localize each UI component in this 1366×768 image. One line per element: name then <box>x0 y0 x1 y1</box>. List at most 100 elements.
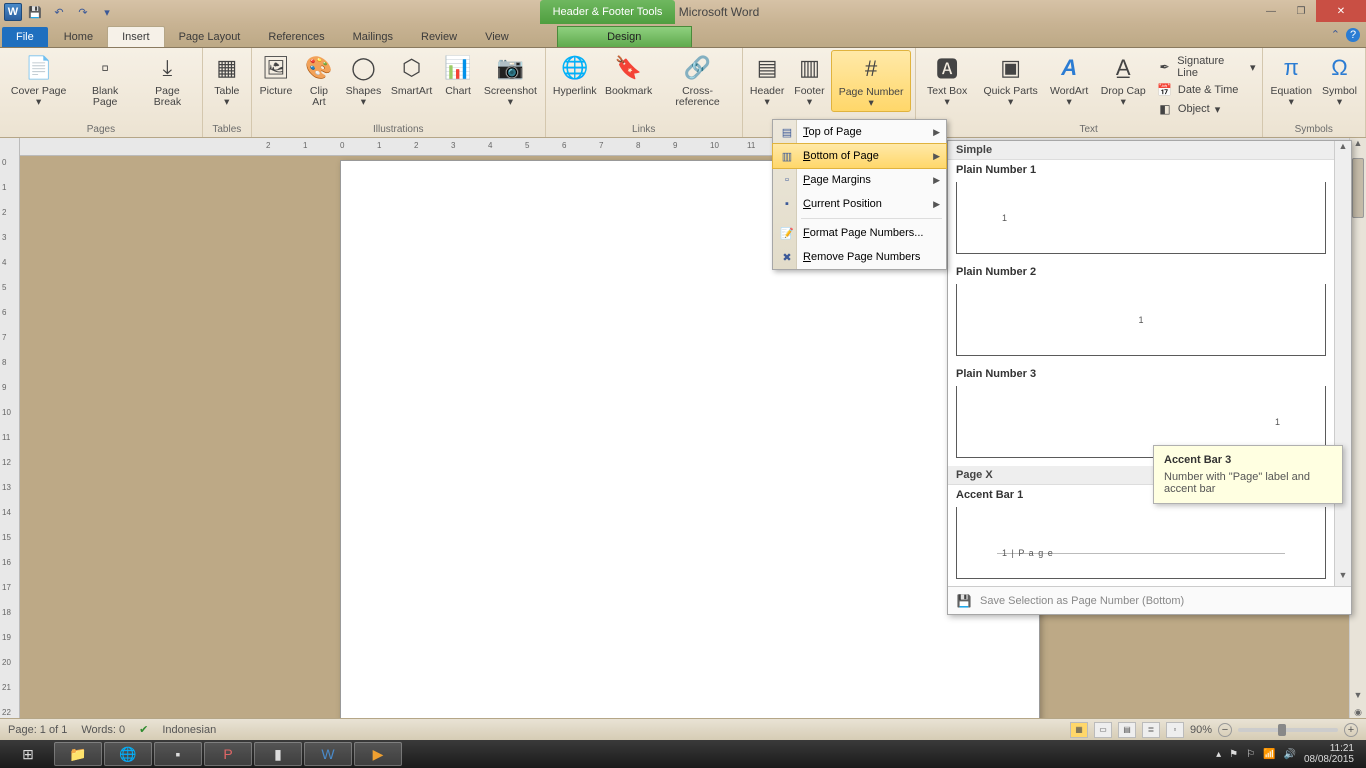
qat-save-icon[interactable]: 💾 <box>24 2 46 22</box>
tab-design[interactable]: Design <box>557 26 692 47</box>
equation-button[interactable]: πEquation▾ <box>1267 50 1316 110</box>
tray-network-icon[interactable]: 📶 <box>1263 749 1275 760</box>
tray-volume-icon[interactable]: 🔊 <box>1283 749 1295 760</box>
qat-customize-icon[interactable]: ▾ <box>96 2 118 22</box>
taskbar-powerpoint[interactable]: P <box>204 742 252 766</box>
view-outline-button[interactable]: ≣ <box>1142 722 1160 738</box>
quick-parts-button[interactable]: ▣Quick Parts ▾ <box>977 50 1045 110</box>
taskbar-explorer[interactable]: 📁 <box>54 742 102 766</box>
taskbar-media-player[interactable]: ▶ <box>354 742 402 766</box>
view-full-screen-button[interactable]: ▭ <box>1094 722 1112 738</box>
date-time-button[interactable]: 📅Date & Time <box>1155 81 1258 99</box>
gallery-item-plain1-label: Plain Number 1 <box>948 160 1334 180</box>
ribbon-minimize-icon[interactable]: ⌃ <box>1331 28 1340 42</box>
tab-page-layout[interactable]: Page Layout <box>165 27 255 47</box>
menu-remove-page-numbers[interactable]: ✖Remove Page Numbers <box>773 245 946 269</box>
wordart-icon: A <box>1053 52 1085 84</box>
cover-page-icon: 📄 <box>23 52 55 84</box>
help-icon[interactable]: ? <box>1346 28 1360 42</box>
gallery-item-accent1[interactable]: 1 | P a g e <box>956 507 1326 579</box>
taskbar-chrome[interactable]: 🌐 <box>104 742 152 766</box>
zoom-slider[interactable] <box>1238 728 1338 732</box>
gallery-scrollbar[interactable]: ▲ ▼ <box>1334 141 1351 586</box>
taskbar-cmd[interactable]: ▮ <box>254 742 302 766</box>
text-box-button[interactable]: 🅰Text Box ▾ <box>920 50 975 110</box>
bookmark-button[interactable]: 🔖Bookmark <box>602 50 656 99</box>
clipart-button[interactable]: 🎨Clip Art <box>298 50 340 110</box>
restore-button[interactable]: ❐ <box>1286 0 1316 22</box>
status-words[interactable]: Words: 0 <box>81 724 125 736</box>
zoom-level[interactable]: 90% <box>1190 724 1212 736</box>
page-number-menu: ▤Top of Page▶ ▥Bottom of Page▶ ▫Page Mar… <box>772 119 947 270</box>
header-button[interactable]: ▤Header▾ <box>747 50 788 110</box>
vertical-ruler[interactable]: 012345678910111213141516171819202122 <box>0 138 20 740</box>
page-number-button[interactable]: #Page Number ▾ <box>831 50 910 112</box>
table-button[interactable]: ▦Table▾ <box>207 50 247 110</box>
status-page[interactable]: Page: 1 of 1 <box>8 724 67 736</box>
cross-reference-button[interactable]: 🔗Cross-reference <box>657 50 737 110</box>
menu-bottom-of-page[interactable]: ▥Bottom of Page▶ <box>772 143 947 169</box>
tab-home[interactable]: Home <box>50 27 107 47</box>
footer-button[interactable]: ▥Footer▾ <box>789 50 829 110</box>
drop-cap-button[interactable]: A̲Drop Cap ▾ <box>1094 50 1153 110</box>
view-web-layout-button[interactable]: ▤ <box>1118 722 1136 738</box>
tab-review[interactable]: Review <box>407 27 471 47</box>
tab-view[interactable]: View <box>471 27 523 47</box>
tooltip: Accent Bar 3 Number with "Page" label an… <box>1153 445 1343 504</box>
word-app-icon[interactable]: W <box>4 3 22 21</box>
tray-security-icon[interactable]: ⚐ <box>1246 749 1255 760</box>
proofing-icon[interactable]: ✔ <box>139 723 148 736</box>
view-draft-button[interactable]: ▫ <box>1166 722 1184 738</box>
drop-cap-icon: A̲ <box>1107 52 1139 84</box>
screenshot-icon: 📷 <box>494 52 526 84</box>
gallery-item-plain1[interactable]: 1 <box>956 182 1326 254</box>
group-illustrations-label: Illustrations <box>256 122 541 137</box>
object-button[interactable]: ◧Object ▾ <box>1155 100 1258 118</box>
zoom-out-button[interactable]: − <box>1218 723 1232 737</box>
status-language[interactable]: Indonesian <box>162 724 216 736</box>
gallery-scroll-up-icon[interactable]: ▲ <box>1335 141 1351 157</box>
bookmark-icon: 🔖 <box>613 52 645 84</box>
screenshot-button[interactable]: 📷Screenshot▾ <box>480 50 541 110</box>
tray-action-center-icon[interactable]: ⚑ <box>1229 749 1238 760</box>
signature-line-button[interactable]: ✒Signature Line ▾ <box>1155 54 1258 80</box>
menu-top-of-page[interactable]: ▤Top of Page▶ <box>773 120 946 144</box>
zoom-slider-knob[interactable] <box>1278 724 1286 736</box>
tab-references[interactable]: References <box>254 27 338 47</box>
taskbar-sublime[interactable]: ▪ <box>154 742 202 766</box>
page-break-button[interactable]: ⤓Page Break <box>137 50 198 110</box>
menu-format-page-numbers[interactable]: 📝Format Page Numbers... <box>773 221 946 245</box>
zoom-in-button[interactable]: + <box>1344 723 1358 737</box>
view-print-layout-button[interactable]: ▦ <box>1070 722 1088 738</box>
picture-button[interactable]: 🖼Picture <box>256 50 296 99</box>
wordart-button[interactable]: AWordArt▾ <box>1047 50 1092 110</box>
quick-parts-icon: ▣ <box>995 52 1027 84</box>
group-pages-label: Pages <box>4 122 198 137</box>
chart-button[interactable]: 📊Chart <box>438 50 478 99</box>
start-button[interactable]: ⊞ <box>4 742 52 766</box>
tab-insert[interactable]: Insert <box>107 26 165 47</box>
hyperlink-button[interactable]: 🌐Hyperlink <box>550 50 600 99</box>
blank-page-button[interactable]: ▫Blank Page <box>75 50 135 110</box>
symbol-button[interactable]: ΩSymbol▾ <box>1318 50 1361 110</box>
close-button[interactable]: ✕ <box>1316 0 1366 22</box>
cover-page-button[interactable]: 📄Cover Page ▾ <box>4 50 73 110</box>
taskbar-word[interactable]: W <box>304 742 352 766</box>
smartart-button[interactable]: ⬡SmartArt <box>387 50 436 99</box>
tray-show-hidden-icon[interactable]: ▴ <box>1216 749 1221 760</box>
qat-redo-icon[interactable]: ↷ <box>72 2 94 22</box>
menu-page-margins[interactable]: ▫Page Margins▶ <box>773 168 946 192</box>
shapes-button[interactable]: ◯Shapes▾ <box>342 50 385 110</box>
menu-current-position[interactable]: ▪Current Position▶ <box>773 192 946 216</box>
taskbar-clock[interactable]: 11:21 08/08/2015 <box>1304 743 1354 765</box>
tab-mailings[interactable]: Mailings <box>339 27 407 47</box>
top-page-icon: ▤ <box>779 124 795 140</box>
minimize-button[interactable]: — <box>1256 0 1286 22</box>
scroll-up-arrow-icon[interactable]: ▲ <box>1350 138 1366 154</box>
scrollbar-thumb[interactable] <box>1352 158 1364 218</box>
gallery-scroll-down-icon[interactable]: ▼ <box>1335 570 1351 586</box>
qat-undo-icon[interactable]: ↶ <box>48 2 70 22</box>
scroll-down-arrow-icon[interactable]: ▼ <box>1350 690 1366 706</box>
tab-file[interactable]: File <box>2 27 48 47</box>
gallery-item-plain2[interactable]: 1 <box>956 284 1326 356</box>
